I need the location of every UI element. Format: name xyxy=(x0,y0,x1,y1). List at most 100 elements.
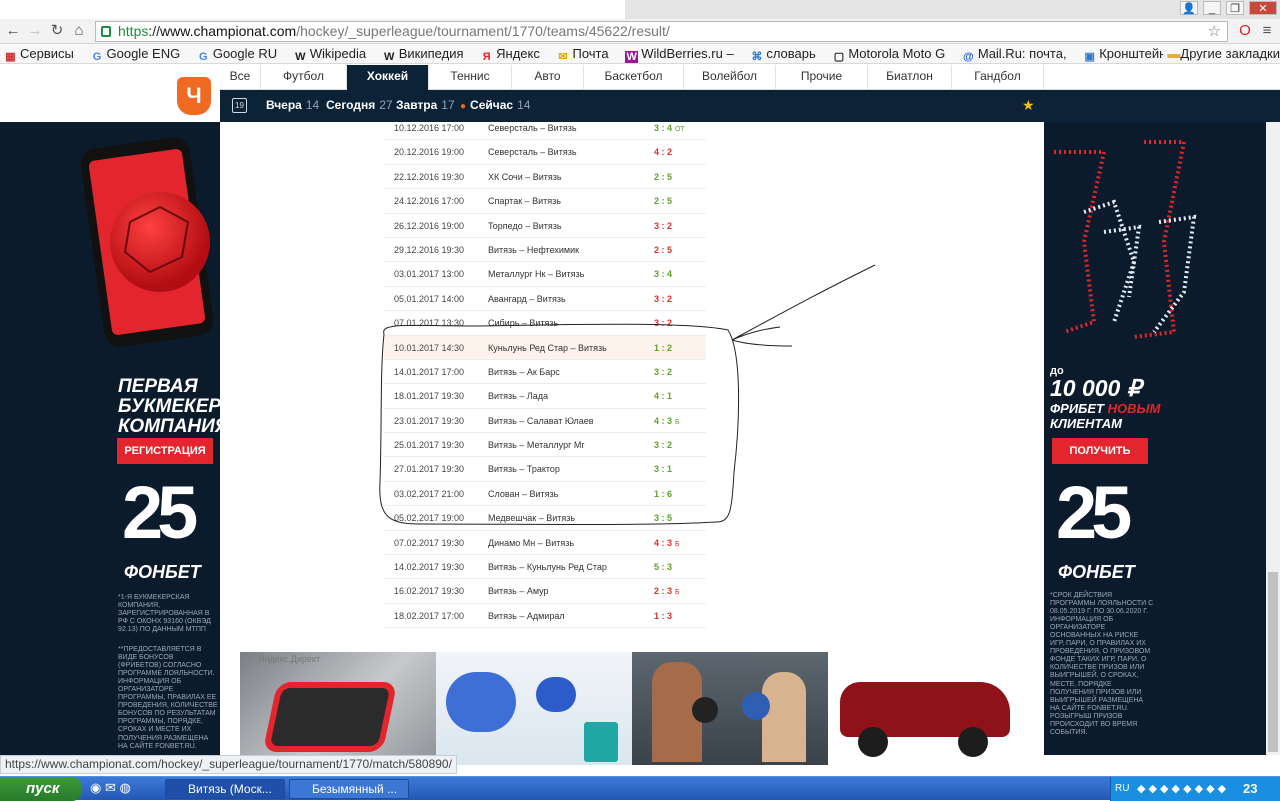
day-today[interactable]: Сегодня 27 xyxy=(326,90,393,122)
bookmark-wildberries[interactable]: W WildBerries.ru – xyxy=(621,44,734,63)
match-score[interactable]: 3 : 1 xyxy=(654,464,694,474)
restore-button[interactable]: ❐ xyxy=(1226,1,1244,15)
match-row[interactable]: 14.02.2017 19:30 Витязь – Куньлунь Ред Ст… xyxy=(384,555,706,580)
reload-icon[interactable]: ↻ xyxy=(48,22,66,40)
match-row[interactable]: 07.01.2017 13:30 Сибирь – Витязь 3 : 2 xyxy=(384,311,706,336)
match-row[interactable]: 10.01.2017 14:30 Куньлунь Ред Стар – Витя… xyxy=(384,335,706,360)
tray-icons[interactable]: ◆ ◆ ◆ ◆ ◆ ◆ ◆ ◆ xyxy=(1137,777,1226,801)
tab-auto[interactable]: Авто xyxy=(512,65,584,90)
bookmark-services[interactable]: ▦ Сервисы xyxy=(0,44,74,63)
ad-car-mat[interactable] xyxy=(240,652,436,765)
match-teams[interactable]: Витязь – Салават Юлаев xyxy=(488,416,594,426)
tab-handball[interactable]: Гандбол xyxy=(952,65,1044,90)
match-row[interactable]: 10.12.2016 17:00 Северсталь – Витязь 3 : 4… xyxy=(384,122,706,141)
match-row[interactable]: 16.02.2017 19:30 Витязь – Амур 2 : 3Б xyxy=(384,579,706,604)
match-teams[interactable]: Витязь – Ак Барс xyxy=(488,367,560,377)
match-teams[interactable]: Торпедо – Витязь xyxy=(488,221,562,231)
address-bar[interactable]: https://www.championat.com/hockey/_super… xyxy=(95,21,1228,42)
scrollbar-thumb[interactable] xyxy=(1268,572,1278,752)
match-row[interactable]: 27.01.2017 19:30 Витязь – Трактор 3 : 1 xyxy=(384,457,706,482)
match-teams[interactable]: Витязь – Лада xyxy=(488,391,548,401)
match-row[interactable]: 24.12.2016 17:00 Спартак – Витязь 2 : 5 xyxy=(384,189,706,214)
match-teams[interactable]: Металлург Нк – Витязь xyxy=(488,269,584,279)
match-teams[interactable]: Северсталь – Витязь xyxy=(488,147,577,157)
ad-suv[interactable] xyxy=(828,652,1024,765)
quick-launch-icons[interactable]: ◉ ✉ ◍ xyxy=(90,780,131,796)
page-scrollbar[interactable] xyxy=(1266,122,1280,755)
tab-basketball[interactable]: Баскетбол xyxy=(584,65,684,90)
bookmark-google-ru[interactable]: G Google RU xyxy=(193,44,277,63)
match-score[interactable]: 4 : 1 xyxy=(654,391,694,401)
match-row[interactable]: 25.01.2017 19:30 Витязь – Металлург Мг 3 :… xyxy=(384,433,706,458)
match-score[interactable]: 1 : 3 xyxy=(654,611,694,621)
match-row[interactable]: 20.12.2016 19:00 Северсталь – Витязь 4 : 2 xyxy=(384,140,706,165)
opera-icon[interactable]: O xyxy=(1236,22,1254,40)
match-row[interactable]: 07.02.2017 19:30 Динамо Мн – Витязь 4 : 3Б xyxy=(384,531,706,556)
day-now[interactable]: ● Сейчас 14 xyxy=(460,90,530,122)
match-score[interactable]: 1 : 2 xyxy=(654,343,694,353)
match-teams[interactable]: Витязь – Трактор xyxy=(488,464,560,474)
bookmark-google-eng[interactable]: G Google ENG xyxy=(87,44,180,63)
ad-boxing[interactable] xyxy=(632,652,828,765)
match-teams[interactable]: ХК Сочи – Витязь xyxy=(488,172,562,182)
close-button[interactable]: ✕ xyxy=(1249,1,1277,15)
other-bookmarks[interactable]: ▬Другие закладки xyxy=(1163,44,1280,63)
match-score[interactable]: 1 : 6 xyxy=(654,489,694,499)
left-ad-banner[interactable]: ПЕРВАЯ БУКМЕКЕРСКАЯ КОМПАНИЯ РЕГИСТРАЦИЯ… xyxy=(0,122,274,755)
bookmark-wikipedia-ru[interactable]: W Википедия xyxy=(379,44,463,63)
tab-hockey[interactable]: Хоккей xyxy=(347,65,429,90)
user-icon[interactable]: 👤 xyxy=(1180,1,1198,15)
match-teams[interactable]: Медвешчак – Витязь xyxy=(488,513,575,523)
day-tomorrow[interactable]: Завтра 17 xyxy=(396,90,455,122)
match-teams[interactable]: Динамо Мн – Витязь xyxy=(488,538,574,548)
match-row[interactable]: 18.01.2017 19:30 Витязь – Лада 4 : 1 xyxy=(384,384,706,409)
language-indicator[interactable]: RU xyxy=(1115,777,1129,801)
right-ad-banner[interactable]: до 10 000 ₽ ФРИБЕТ НОВЫМ КЛИЕНТАМ ПОЛУЧИ… xyxy=(1044,122,1266,755)
match-row[interactable]: 26.12.2016 19:00 Торпедо – Витязь 3 : 2 xyxy=(384,214,706,238)
match-row[interactable]: 18.02.2017 17:00 Витязь – Адмирал 1 : 3 xyxy=(384,604,706,629)
match-teams[interactable]: Витязь – Адмирал xyxy=(488,611,565,621)
home-icon[interactable]: ⌂ xyxy=(70,22,88,40)
bookmark-wikipedia[interactable]: W Wikipedia xyxy=(290,44,366,63)
back-icon[interactable]: ← xyxy=(4,22,22,40)
match-score[interactable]: 2 : 5 xyxy=(654,196,694,206)
match-teams[interactable]: Витязь – Нефтехимик xyxy=(488,245,579,255)
calendar-icon[interactable]: 19 xyxy=(232,98,247,113)
match-teams[interactable]: Спартак – Витязь xyxy=(488,196,561,206)
match-score[interactable]: 3 : 2 xyxy=(654,294,694,304)
bookmark-mail[interactable]: ✉ Почта xyxy=(552,44,608,63)
match-score[interactable]: 3 : 2 xyxy=(654,440,694,450)
match-score[interactable]: 3 : 5 xyxy=(654,513,694,523)
task-paint[interactable]: Безымянный ... xyxy=(289,779,409,799)
match-row[interactable]: 29.12.2016 19:30 Витязь – Нефтехимик 2 : 5 xyxy=(384,238,706,263)
match-row[interactable]: 03.02.2017 21:00 Слован – Витязь 1 : 6 xyxy=(384,482,706,507)
tab-tennis[interactable]: Теннис xyxy=(429,65,512,90)
bookmark-dictionary[interactable]: ⌘ словарь xyxy=(746,44,815,63)
match-row[interactable]: 05.02.2017 19:00 Медвешчак – Витязь 3 : 5 xyxy=(384,506,706,531)
match-score[interactable]: 3 : 2 xyxy=(654,221,694,231)
match-score[interactable]: 4 : 2 xyxy=(654,147,694,157)
tab-football[interactable]: Футбол xyxy=(261,65,347,90)
match-score[interactable]: 2 : 3Б xyxy=(654,586,694,596)
bookmark-yandex[interactable]: Я Яндекс xyxy=(476,44,540,63)
match-score[interactable]: 3 : 4 xyxy=(654,269,694,279)
site-logo[interactable]: Ч xyxy=(0,65,220,122)
match-teams[interactable]: Авангард – Витязь xyxy=(488,294,566,304)
match-teams[interactable]: Витязь – Металлург Мг xyxy=(488,440,585,450)
match-teams[interactable]: Сибирь – Витязь xyxy=(488,318,558,328)
championat-logo-icon[interactable]: Ч xyxy=(177,77,211,115)
match-score[interactable]: 2 : 5 xyxy=(654,245,694,255)
tab-other[interactable]: Прочие xyxy=(776,65,868,90)
match-score[interactable]: 4 : 3Б xyxy=(654,538,694,548)
forward-icon[interactable]: → xyxy=(26,22,44,40)
day-yesterday[interactable]: Вчера 14 xyxy=(266,90,319,122)
match-row[interactable]: 23.01.2017 19:30 Витязь – Салават Юлаев 4 … xyxy=(384,409,706,434)
match-row[interactable]: 14.01.2017 17:00 Витязь – Ак Барс 3 : 2 xyxy=(384,360,706,385)
match-score[interactable]: 3 : 2 xyxy=(654,318,694,328)
match-score[interactable]: 3 : 2 xyxy=(654,367,694,377)
menu-icon[interactable]: ≡ xyxy=(1258,22,1276,40)
match-score[interactable]: 2 : 5 xyxy=(654,172,694,182)
match-score[interactable]: 5 : 3 xyxy=(654,562,694,572)
tab-all[interactable]: Все xyxy=(220,65,261,90)
bookmark-mailru[interactable]: @ Mail.Ru: почта, xyxy=(958,44,1067,63)
